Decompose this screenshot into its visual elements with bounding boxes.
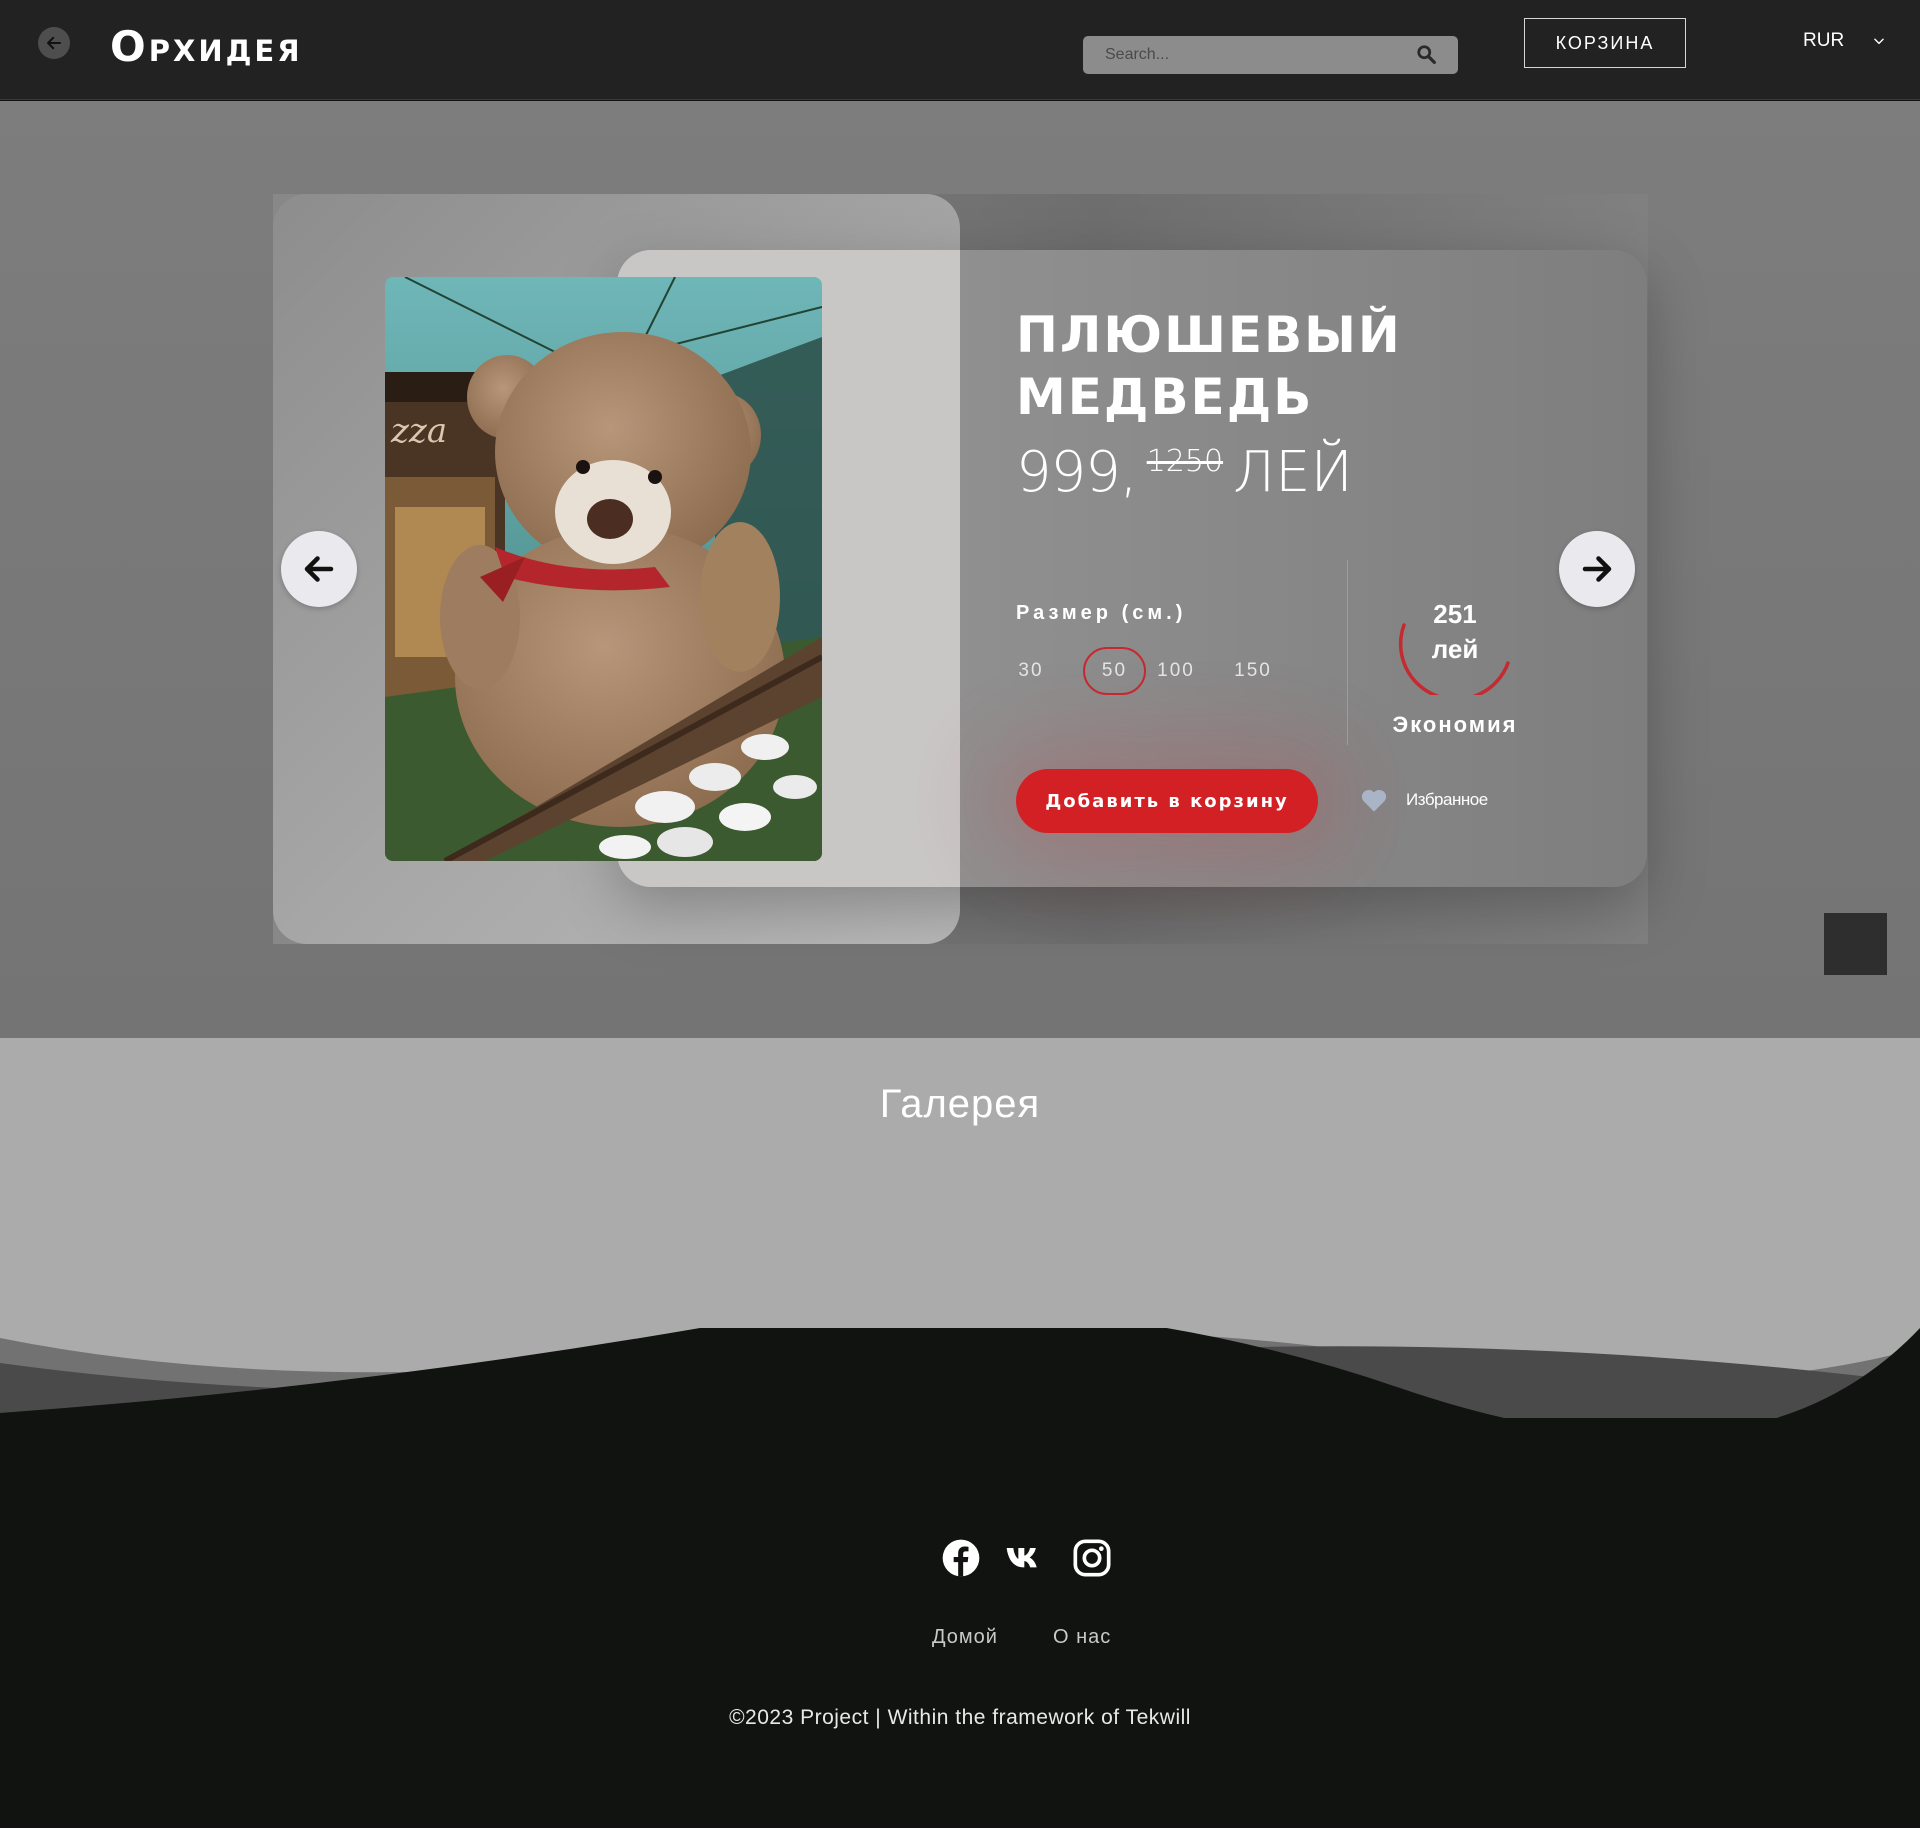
savings-indicator: 251 лей (1390, 585, 1520, 702)
price-row: 999, 1250 ЛЕЙ (1016, 440, 1353, 505)
savings-value: 251 лей (1390, 597, 1520, 667)
product-title-line2: МЕДВЕДЬ (1016, 368, 1314, 426)
size-option-150[interactable]: 150 (1233, 647, 1273, 695)
next-slide-button[interactable] (1559, 531, 1635, 607)
search-icon[interactable] (1416, 44, 1438, 66)
teddy-bear-image: zza (385, 277, 822, 861)
add-to-cart-button[interactable]: Добавить в корзину (1016, 769, 1318, 833)
size-option-100[interactable]: 100 (1157, 647, 1194, 695)
size-option-30[interactable]: 30 (1016, 647, 1046, 695)
product-title-line1: ПЛЮШЕВЫЙ (1016, 306, 1402, 364)
svg-text:zza: zza (390, 411, 447, 451)
footer-waves (0, 1328, 1920, 1418)
savings-unit: лей (1431, 634, 1479, 664)
search-box (1083, 36, 1458, 74)
copyright: ©2023 Project | Within the framework of … (729, 1706, 1191, 1729)
current-price: 999, (1016, 440, 1138, 505)
search-input[interactable] (1105, 36, 1405, 74)
savings-amount: 251 (1433, 599, 1477, 629)
arrow-left-icon (304, 556, 334, 582)
product-image: zza (385, 277, 822, 861)
prev-slide-button[interactable] (281, 531, 357, 607)
footer (0, 1400, 1920, 1828)
footer-link-about[interactable]: О нас (1053, 1626, 1111, 1649)
scroll-to-top-button[interactable] (1824, 913, 1887, 975)
cart-button[interactable]: КОРЗИНА (1524, 18, 1686, 68)
old-price: 1250 (1146, 444, 1224, 479)
chevron-down-icon[interactable] (1872, 34, 1886, 48)
size-option-50[interactable]: 50 (1083, 647, 1146, 695)
back-button[interactable] (38, 27, 70, 59)
heart-icon (1361, 789, 1387, 812)
favorite-label: Избранное (1406, 790, 1488, 809)
instagram-icon[interactable] (1072, 1538, 1112, 1578)
favorite-button[interactable]: Избранное (1360, 787, 1488, 813)
facebook-icon[interactable] (941, 1538, 981, 1578)
currency-select[interactable]: RUR (1803, 30, 1844, 52)
size-label: Размер (см.) (1016, 602, 1187, 624)
header: Орхидея КОРЗИНА RUR (0, 0, 1920, 100)
product-title: ПЛЮШЕВЫЙ МЕДВЕДЬ (1016, 304, 1496, 428)
arrow-right-icon (1582, 556, 1612, 582)
site-logo[interactable]: Орхидея (110, 22, 303, 71)
vertical-divider (1347, 560, 1348, 745)
gallery-section: Галерея (0, 1038, 1920, 1330)
savings-label: Экономия (1392, 712, 1518, 737)
arrow-left-icon (47, 36, 61, 50)
price-currency: ЛЕЙ (1233, 440, 1353, 505)
gallery-title: Галерея (879, 1082, 1041, 1126)
footer-link-home[interactable]: Домой (932, 1626, 998, 1649)
vk-icon[interactable] (1005, 1538, 1045, 1578)
